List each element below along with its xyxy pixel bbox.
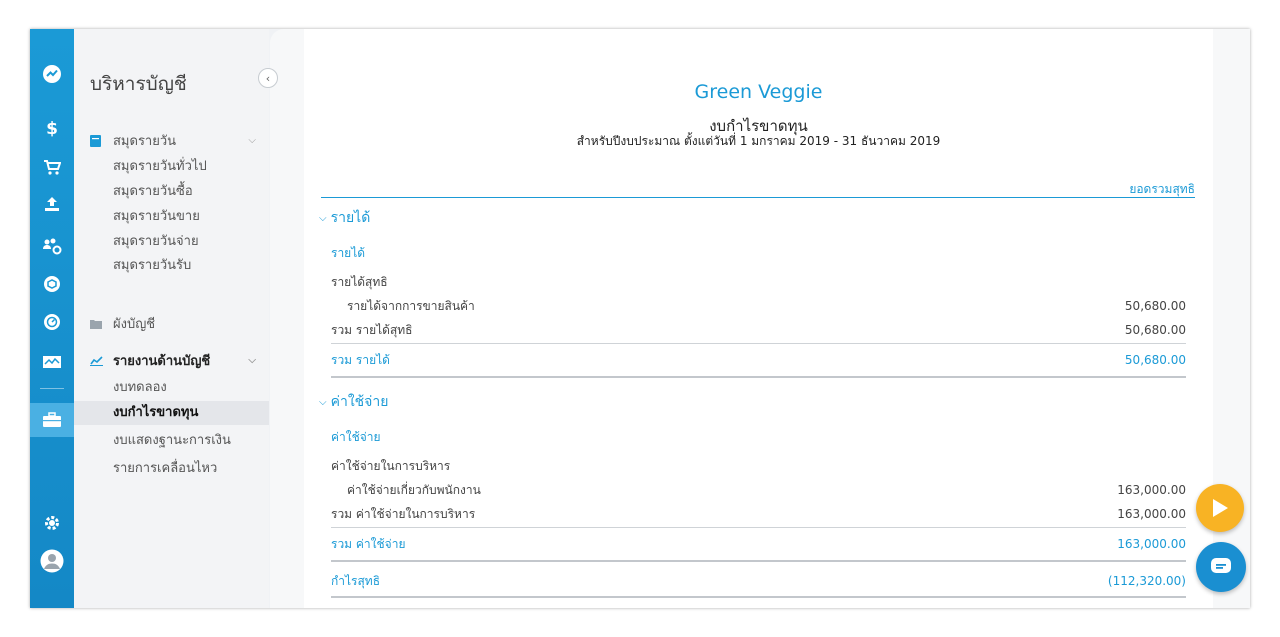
sidebar-item-payment-journal[interactable]: สมุดรายวันจ่าย [74, 230, 269, 254]
sidebar-item-trial-balance[interactable]: งบทดลอง [74, 376, 269, 400]
box-icon[interactable] [30, 272, 74, 296]
dollar-icon[interactable]: $ [30, 117, 74, 141]
row-value: (112,320.00) [1107, 574, 1186, 588]
report-paper: Green Veggie งบกำไรขาดทุน สำหรับปีงบประม… [304, 29, 1213, 608]
row-value: 163,000.00 [1117, 537, 1186, 551]
row-divider [331, 527, 1186, 528]
group-label: รายได้ [330, 210, 371, 226]
group-label: ค่าใช้จ่าย [330, 394, 389, 410]
sidebar-item-profit-loss[interactable]: งบกำไรขาดทุน [74, 401, 269, 425]
rail-divider [40, 388, 64, 389]
row-label: รวม รายได้ [331, 352, 390, 367]
total-row: รวม รายได้ 50,680.00 [331, 351, 1186, 369]
row-divider [331, 343, 1186, 344]
row-value: 50,680.00 [1124, 353, 1186, 367]
category-row: ค่าใช้จ่าย [331, 428, 1186, 446]
sidebar-item-purchase-journal[interactable]: สมุดรายวันซื้อ [74, 180, 269, 204]
row-value: 163,000.00 [1117, 483, 1186, 497]
trend-icon[interactable] [30, 62, 74, 86]
cart-icon[interactable] [30, 155, 74, 179]
people-gear-icon[interactable] [30, 234, 74, 258]
inbox-upload-icon[interactable] [30, 192, 74, 216]
main-content: Green Veggie งบกำไรขาดทุน สำหรับปีงบประม… [270, 29, 1250, 608]
sidebar-item-transactions[interactable]: รายการเคลื่อนไหว [74, 457, 269, 481]
chat-support-button[interactable] [1196, 542, 1246, 592]
total-row: รวม ค่าใช้จ่าย 163,000.00 [331, 535, 1186, 553]
header-divider [321, 197, 1195, 198]
user-icon[interactable] [30, 549, 74, 573]
chevron-down-icon: ⌵ [319, 212, 327, 224]
chart-line-icon [90, 355, 104, 366]
row-label: ค่าใช้จ่ายในการบริหาร [331, 458, 451, 473]
sidebar-section-accounting-reports[interactable]: รายงานด้านบัญชี ⌵ [90, 350, 256, 371]
section-divider [331, 376, 1186, 378]
company-name: Green Veggie [694, 81, 823, 103]
row-value: 50,680.00 [1124, 299, 1186, 313]
sidebar-section-label: รายงานด้านบัญชี [113, 354, 211, 369]
sidebar-collapse-button[interactable]: ‹ [258, 68, 278, 88]
sidebar-section-label: สมุดรายวัน [113, 134, 177, 149]
net-divider [331, 596, 1186, 598]
group-expense-toggle[interactable]: ⌵ ค่าใช้จ่าย [319, 391, 388, 413]
section-divider [331, 560, 1186, 562]
sidebar-item-balance-sheet[interactable]: งบแสดงฐานะการเงิน [74, 429, 269, 453]
book-icon [90, 134, 104, 147]
row-label: รวม ค่าใช้จ่าย [331, 536, 406, 551]
sidebar-item-receipt-journal[interactable]: สมุดรายวันรับ [74, 254, 269, 278]
row-label: รวม ค่าใช้จ่ายในการบริหาร [331, 506, 476, 521]
row-value: 50,680.00 [1124, 323, 1186, 337]
subtotal-row: รวม รายได้สุทธิ 50,680.00 [331, 321, 1186, 339]
row-label: ค่าใช้จ่ายเกี่ยวกับพนักงาน [347, 482, 481, 497]
sidebar-section-label: ผังบัญชี [113, 317, 156, 332]
play-tutorial-button[interactable] [1196, 484, 1244, 532]
subtotal-row: รวม ค่าใช้จ่ายในการบริหาร 163,000.00 [331, 505, 1186, 523]
account-row[interactable]: รายได้จากการขายสินค้า 50,680.00 [331, 297, 1186, 315]
sidebar-item-general-journal[interactable]: สมุดรายวันทั่วไป [74, 155, 269, 179]
row-label: กำไรสุทธิ [331, 573, 381, 588]
folder-icon [90, 319, 104, 329]
subgroup-row: ค่าใช้จ่ายในการบริหาร [331, 457, 1186, 475]
chat-icon [1211, 558, 1231, 573]
app-window: $ บริหารบัญชี สมุดรายวัน ⌵ สมุดรายวันทั่… [30, 29, 1250, 608]
report-subtitle: สำหรับปีงบประมาณ ตั้งแต่วันที่ 1 มกราคม … [576, 134, 941, 148]
net-profit-row: กำไรสุทธิ (112,320.00) [331, 572, 1186, 590]
sidebar-title: บริหารบัญชี [90, 73, 187, 95]
gauge-icon[interactable] [30, 310, 74, 334]
play-icon [1213, 499, 1228, 517]
subgroup-row: รายได้สุทธิ [331, 273, 1186, 291]
row-label: รายได้จากการขายสินค้า [347, 298, 475, 313]
row-label: รวม รายได้สุทธิ [331, 322, 413, 337]
sidebar-item-sales-journal[interactable]: สมุดรายวันขาย [74, 205, 269, 229]
sidebar: บริหารบัญชี สมุดรายวัน ⌵ สมุดรายวันทั่วไ… [74, 29, 269, 608]
row-label: รายได้สุทธิ [331, 274, 388, 289]
sidebar-section-journal[interactable]: สมุดรายวัน ⌵ [90, 130, 256, 151]
group-revenue-toggle[interactable]: ⌵ รายได้ [319, 207, 370, 229]
briefcase-icon[interactable] [30, 403, 74, 437]
chevron-down-icon: ⌵ [319, 396, 327, 408]
row-label: ค่าใช้จ่าย [331, 429, 381, 444]
monitor-chart-icon[interactable] [30, 351, 74, 375]
category-row: รายได้ [331, 244, 1186, 262]
gear-icon[interactable] [30, 511, 74, 535]
account-row[interactable]: ค่าใช้จ่ายเกี่ยวกับพนักงาน 163,000.00 [331, 481, 1186, 499]
chevron-down-icon: ⌵ [248, 135, 256, 146]
sidebar-section-chart-of-accounts[interactable]: ผังบัญชี [90, 313, 256, 334]
row-value: 163,000.00 [1117, 507, 1186, 521]
chevron-down-icon: ⌵ [248, 355, 256, 366]
icon-rail: $ [30, 29, 74, 608]
row-label: รายได้ [331, 245, 366, 260]
